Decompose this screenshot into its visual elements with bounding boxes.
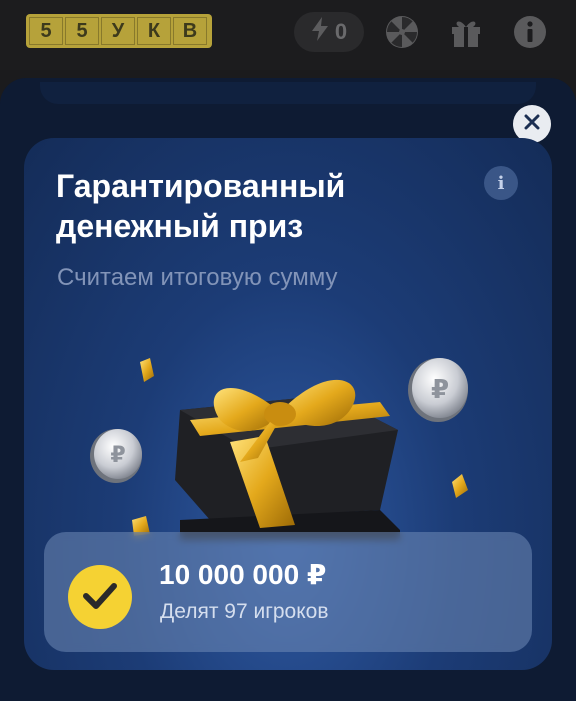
logo-letter: У [101,17,135,45]
check-badge [68,565,132,629]
logo-letter: 5 [65,17,99,45]
energy-counter[interactable]: 0 [294,12,364,52]
logo-letter: К [137,17,171,45]
logo-letter: 5 [29,17,63,45]
modal-backdrop-edge [40,82,536,104]
title-line: денежный приз [56,208,304,244]
close-icon [523,113,541,136]
title-line: Гарантированный [56,168,346,204]
coin-icon: ₽ [408,358,468,422]
svg-text:₽: ₽ [431,375,449,405]
info-icon[interactable] [512,14,548,50]
gift-illustration: ₽ ₽ [80,350,500,540]
lightning-icon [311,17,329,47]
card-title: Гарантированный денежный приз [56,166,456,246]
coin-icon: ₽ [90,429,142,483]
energy-count: 0 [334,19,348,44]
app-logo[interactable]: 5 5 У К В [26,14,212,48]
wheel-icon[interactable] [384,14,420,50]
svg-text:₽: ₽ [110,443,125,468]
top-bar: 5 5 У К В 0 [0,0,576,70]
checkmark-icon [82,580,118,615]
confetti-piece [452,474,468,498]
prize-amount: 10 000 000 ₽ [159,559,327,590]
gift-icon[interactable] [448,14,484,50]
info-icon: i [497,172,505,194]
card-subtitle: Считаем итоговую сумму [57,264,338,291]
info-button[interactable]: i [484,166,518,200]
prize-note: Делят 97 игроков [160,600,329,623]
logo-letter: В [173,17,207,45]
confetti-piece [140,358,154,382]
